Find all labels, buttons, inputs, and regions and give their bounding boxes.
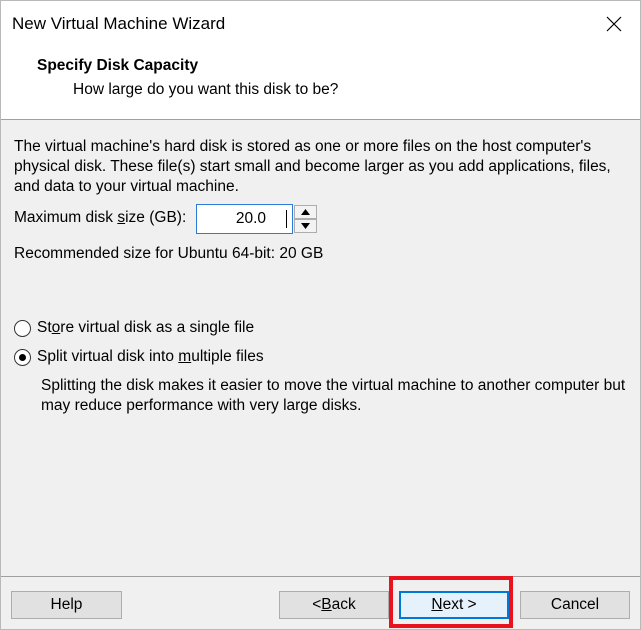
close-icon — [606, 16, 622, 32]
text-caret — [286, 210, 287, 228]
spin-down-button[interactable] — [294, 219, 317, 233]
close-button[interactable] — [591, 7, 637, 41]
recommended-size-text: Recommended size for Ubuntu 64-bit: 20 G… — [14, 245, 324, 262]
disk-description: The virtual machine's hard disk is store… — [14, 138, 611, 195]
help-button[interactable]: Help — [11, 591, 122, 619]
next-button[interactable]: Next > — [399, 591, 509, 619]
single-file-option[interactable]: Store virtual disk as a single file — [14, 319, 254, 337]
wizard-content: The virtual machine's hard disk is store… — [1, 120, 640, 575]
arrow-up-icon — [301, 209, 310, 215]
disk-size-spinner — [196, 204, 319, 234]
page-subtitle: How large do you want this disk to be? — [73, 81, 339, 98]
multiple-files-radio[interactable] — [14, 348, 31, 366]
spin-up-button[interactable] — [294, 205, 317, 219]
wizard-header: Specify Disk Capacity How large do you w… — [1, 47, 640, 120]
single-file-radio[interactable] — [14, 319, 31, 337]
cancel-button[interactable]: Cancel — [520, 591, 630, 619]
multiple-files-label: Split virtual disk into multiple files — [37, 348, 264, 365]
wizard-window: New Virtual Machine Wizard Specify Disk … — [0, 0, 641, 630]
max-disk-size-label: Maximum disk size (GB): — [14, 209, 187, 226]
page-title: Specify Disk Capacity — [37, 57, 199, 74]
wizard-footer: Help < Back Next > Cancel — [1, 576, 640, 629]
multiple-files-option[interactable]: Split virtual disk into multiple files — [14, 348, 264, 366]
split-disk-note: Splitting the disk makes it easier to mo… — [41, 377, 626, 414]
arrow-down-icon — [301, 223, 310, 229]
back-button[interactable]: < Back — [279, 591, 389, 619]
disk-size-input[interactable] — [196, 204, 293, 234]
single-file-label: Store virtual disk as a single file — [37, 319, 255, 336]
window-title: New Virtual Machine Wizard — [12, 14, 226, 33]
title-bar: New Virtual Machine Wizard — [1, 1, 640, 47]
